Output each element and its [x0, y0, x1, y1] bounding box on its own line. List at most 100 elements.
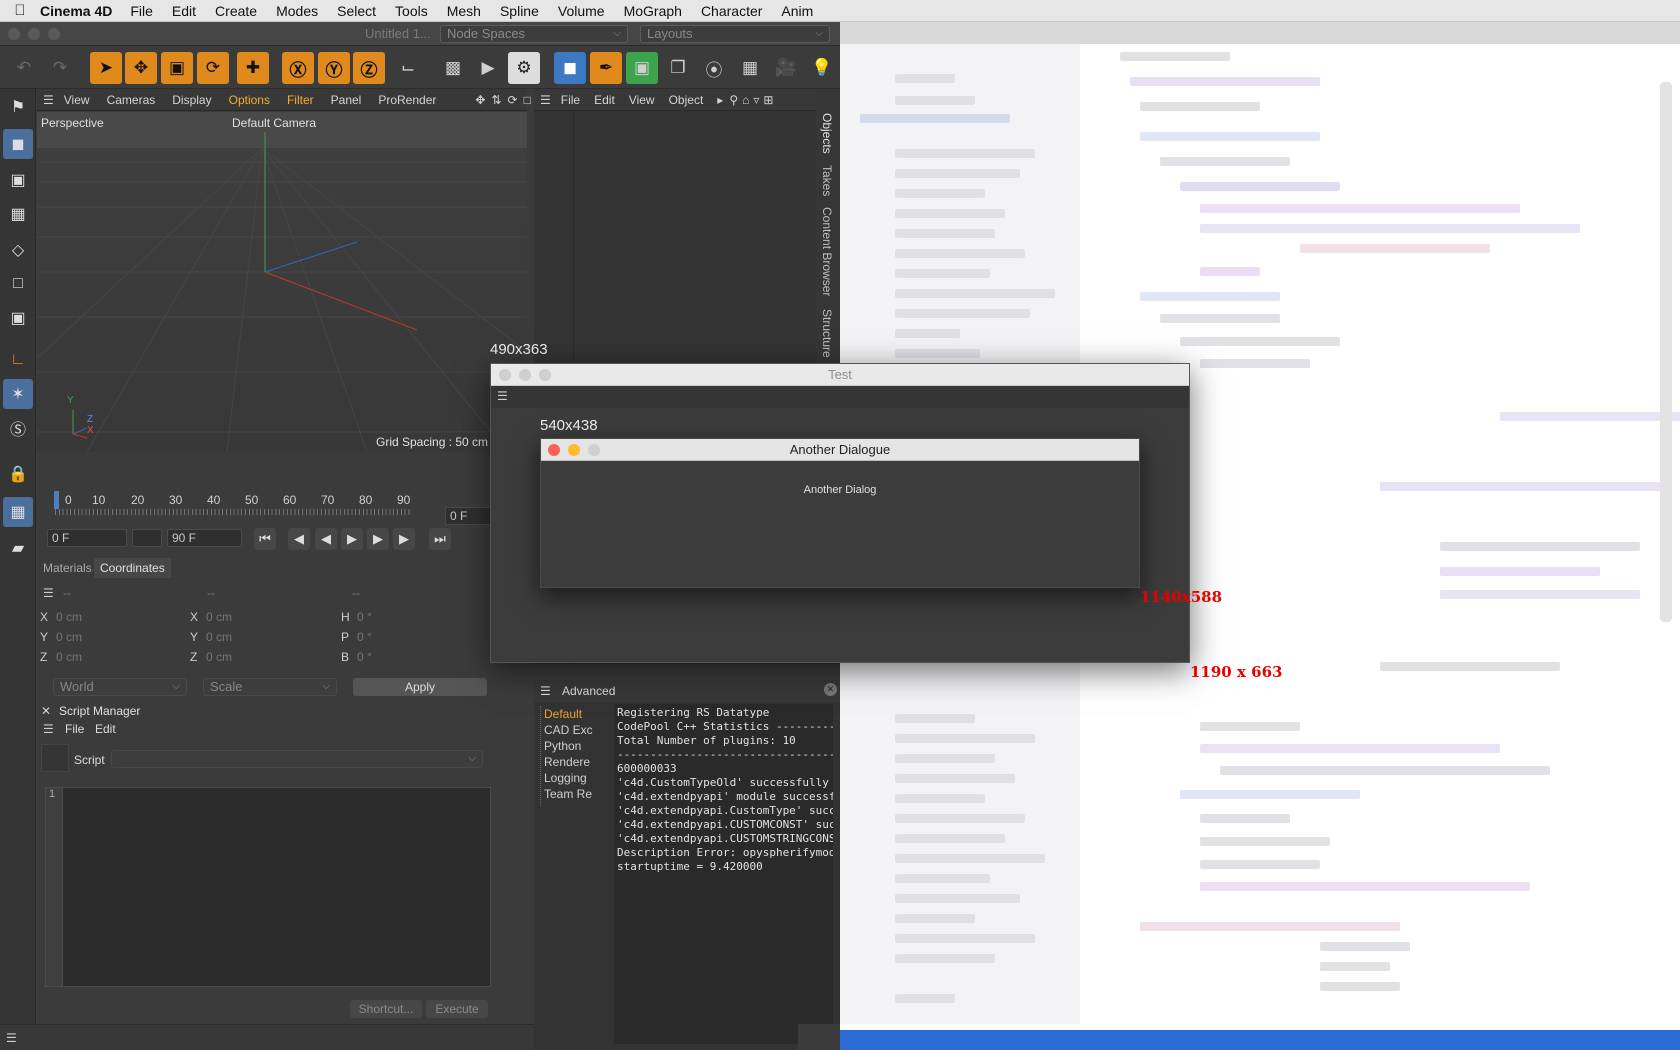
- render-view-icon[interactable]: ▶: [472, 52, 504, 84]
- console-output[interactable]: Registering RS Datatype CodePool C++ Sta…: [614, 704, 833, 1044]
- home-icon[interactable]: ⌂: [742, 93, 749, 107]
- viewport-menu-prorender[interactable]: ProRender: [378, 93, 436, 107]
- solo-mode-icon[interactable]: Ⓢ: [3, 413, 33, 443]
- viewport-menu-filter[interactable]: Filter: [287, 93, 314, 107]
- floor-icon[interactable]: ▦: [734, 52, 766, 84]
- search-icon[interactable]: ⚲: [729, 93, 738, 107]
- menu-volume[interactable]: Volume: [558, 3, 605, 19]
- viewport-camera[interactable]: Default Camera: [232, 116, 316, 130]
- tab-takes[interactable]: Takes: [820, 165, 834, 196]
- start-frame-field[interactable]: 0 F: [47, 529, 127, 547]
- scale-tool-icon[interactable]: ▣: [161, 52, 193, 84]
- undo-icon[interactable]: ↶: [8, 52, 40, 84]
- object-menu-edit[interactable]: Edit: [594, 93, 615, 107]
- pan-icon[interactable]: ✥: [475, 93, 485, 107]
- workplane-lock-icon[interactable]: ▦: [3, 497, 33, 527]
- rotate-tool-icon[interactable]: ⟳: [197, 52, 229, 84]
- close-icon[interactable]: [499, 369, 511, 381]
- apply-button[interactable]: Apply: [353, 678, 487, 696]
- cloner-icon[interactable]: ❐: [662, 52, 694, 84]
- filter-icon[interactable]: ▿: [753, 93, 759, 107]
- tree-item-logging[interactable]: Logging: [544, 770, 614, 786]
- next-key-icon[interactable]: ▶: [393, 528, 415, 550]
- script-select-dropdown[interactable]: ⌵: [111, 750, 483, 768]
- y-axis-lock-icon[interactable]: Ⓨ: [318, 52, 350, 84]
- tree-item-default[interactable]: Default: [544, 706, 614, 722]
- menu-mesh[interactable]: Mesh: [447, 3, 481, 19]
- menu-character[interactable]: Character: [701, 3, 762, 19]
- minimize-icon[interactable]: [568, 444, 580, 456]
- orbit-icon[interactable]: ⟳: [508, 93, 518, 107]
- rotation-p-field[interactable]: 0 °: [357, 630, 492, 646]
- layouts-dropdown[interactable]: Layouts ⌵: [640, 25, 830, 43]
- go-to-end-icon[interactable]: ⏭: [429, 528, 451, 550]
- maximize-view-icon[interactable]: □: [524, 93, 531, 107]
- tree-item-team-render[interactable]: Team Re: [544, 786, 614, 802]
- timeline-playhead[interactable]: [54, 491, 59, 509]
- viewport-menu-options[interactable]: Options: [229, 93, 270, 107]
- object-menu-file[interactable]: File: [561, 93, 580, 107]
- end-frame-field[interactable]: 90 F: [167, 529, 242, 547]
- object-menu-view[interactable]: View: [629, 93, 655, 107]
- play-icon[interactable]: ▶: [341, 528, 363, 550]
- menu-edit[interactable]: Edit: [172, 3, 196, 19]
- axis-mode-icon[interactable]: ∟: [3, 345, 33, 375]
- close-icon[interactable]: [548, 444, 560, 456]
- script-menu-file[interactable]: File: [65, 722, 84, 736]
- tree-item-cad[interactable]: CAD Exc: [544, 722, 614, 738]
- z-axis-lock-icon[interactable]: Ⓩ: [353, 52, 385, 84]
- new-view-icon[interactable]: ⊞: [763, 93, 773, 107]
- add-tool-icon[interactable]: ✚: [237, 52, 269, 84]
- script-menu-edit[interactable]: Edit: [95, 722, 116, 736]
- app-menu[interactable]: Cinema 4D: [40, 3, 112, 19]
- dolly-icon[interactable]: ⇅: [491, 93, 501, 107]
- tree-item-python[interactable]: Python: [544, 738, 614, 754]
- planar-workplane-icon[interactable]: ▰: [3, 533, 33, 563]
- hamburger-icon[interactable]: ☰: [540, 684, 551, 698]
- model-mode-icon[interactable]: ◼: [3, 129, 33, 159]
- execute-button[interactable]: Execute: [426, 1000, 488, 1018]
- subdivision-icon[interactable]: ▣: [626, 52, 658, 84]
- position-x-field[interactable]: 0 cm: [56, 610, 191, 626]
- camera-icon[interactable]: 🎥: [770, 52, 802, 84]
- points-mode-icon[interactable]: ◇: [3, 235, 33, 265]
- hamburger-icon[interactable]: ☰: [540, 93, 551, 107]
- more-arrow-icon[interactable]: ▸: [717, 93, 723, 107]
- menu-create[interactable]: Create: [215, 3, 257, 19]
- menu-select[interactable]: Select: [337, 3, 376, 19]
- viewport-menu-cameras[interactable]: Cameras: [107, 93, 156, 107]
- pen-icon[interactable]: ✒: [590, 52, 622, 84]
- menu-file[interactable]: File: [130, 3, 153, 19]
- hamburger-icon[interactable]: ☰: [6, 1031, 17, 1045]
- tab-materials[interactable]: Materials: [37, 558, 98, 578]
- next-frame-icon[interactable]: ▶: [367, 528, 389, 550]
- close-icon[interactable]: ✕: [824, 683, 837, 696]
- zoom-icon[interactable]: [48, 28, 60, 40]
- go-to-start-icon[interactable]: ⏮: [254, 528, 276, 550]
- tab-content-browser[interactable]: Content Browser: [820, 207, 834, 296]
- minimize-icon[interactable]: [519, 369, 531, 381]
- position-z-field[interactable]: 0 cm: [56, 650, 191, 666]
- viewport-menu-view[interactable]: View: [64, 93, 90, 107]
- x-axis-lock-icon[interactable]: Ⓧ: [282, 52, 314, 84]
- shortcut-button[interactable]: Shortcut...: [350, 1000, 422, 1018]
- apple-icon[interactable]: : [0, 2, 40, 19]
- tweak-mode-icon[interactable]: ✶: [3, 379, 33, 409]
- polygons-mode-icon[interactable]: ▣: [3, 303, 33, 333]
- menu-spline[interactable]: Spline: [500, 3, 539, 19]
- range-slider[interactable]: [132, 529, 162, 547]
- close-icon[interactable]: [8, 28, 20, 40]
- zoom-icon[interactable]: [588, 444, 600, 456]
- tab-coordinates[interactable]: Coordinates: [94, 558, 171, 578]
- viewport-menu-panel[interactable]: Panel: [331, 93, 362, 107]
- tree-item-renderer[interactable]: Rendere: [544, 754, 614, 770]
- viewport-menu-display[interactable]: Display: [172, 93, 211, 107]
- position-y-field[interactable]: 0 cm: [56, 630, 191, 646]
- light-icon[interactable]: 💡: [806, 52, 838, 84]
- size-mode-dropdown[interactable]: Scale ⌵: [203, 678, 337, 696]
- select-tool-icon[interactable]: ➤: [90, 52, 122, 84]
- render-settings-icon[interactable]: ⚙: [508, 52, 540, 84]
- size-x-field[interactable]: 0 cm: [206, 610, 341, 626]
- cube-icon[interactable]: ◼: [554, 52, 586, 84]
- hamburger-icon[interactable]: ☰: [43, 722, 54, 736]
